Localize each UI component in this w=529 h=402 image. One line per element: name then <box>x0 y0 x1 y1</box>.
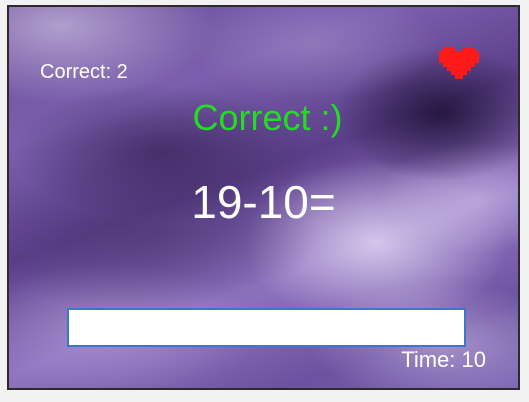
heart-icon <box>439 47 479 79</box>
timer-label: Time: 10 <box>401 347 486 372</box>
game-canvas: Correct: 2 Correct :) 19-10= Time: 10 <box>7 5 520 390</box>
answer-input[interactable] <box>67 308 466 347</box>
correct-counter: Correct: 2 <box>40 61 128 83</box>
math-problem: 19-10= <box>191 176 336 228</box>
feedback-message: Correct :) <box>192 97 343 138</box>
